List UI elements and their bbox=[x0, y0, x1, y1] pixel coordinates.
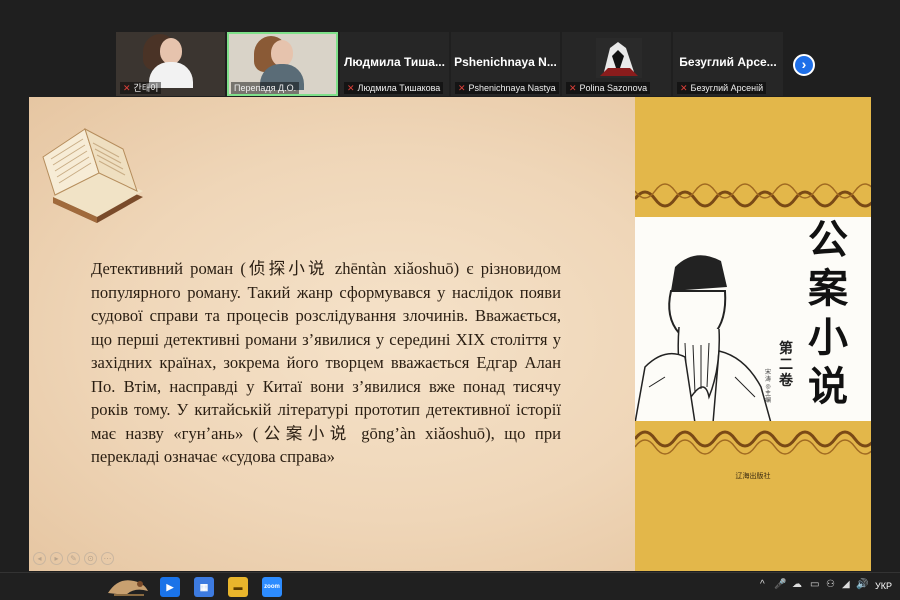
cover-ornament-top bbox=[635, 181, 871, 217]
cover-publisher: 辽海出版社 bbox=[735, 472, 771, 480]
zoom-icon[interactable]: ⊙ bbox=[84, 552, 97, 565]
cover-author: 宋 涛 ◎ 主编 bbox=[764, 369, 771, 404]
pen-icon[interactable]: ✎ bbox=[67, 552, 80, 565]
participant-tile-4[interactable]: Pshenichnaya N... ✕ Pshenichnaya Nastya bbox=[450, 32, 560, 96]
participant-label: ✕ Безуглий Арсеній bbox=[676, 82, 767, 94]
more-icon[interactable]: ⋯ bbox=[101, 552, 114, 565]
participant-name: Безуглий Арсе... bbox=[679, 55, 777, 69]
microphone-icon[interactable]: 🎤 bbox=[774, 579, 786, 590]
taskbar: ▶ ▦ ▬ zoom ^ 🎤 ☁ ▭ ⚇ ◢ 🔊 УКР bbox=[0, 572, 900, 600]
participant-name: Людмила Тиша... bbox=[344, 55, 445, 69]
wifi-icon[interactable]: ◢ bbox=[842, 579, 850, 590]
zoom-icon[interactable]: zoom bbox=[262, 577, 282, 597]
mic-off-icon: ✕ bbox=[568, 83, 577, 93]
mic-off-icon: ✕ bbox=[346, 83, 355, 93]
participant-tile-2[interactable]: Перепадя Д.О. bbox=[227, 32, 338, 96]
shared-slide: Детективний роман (侦探小说 zhēntàn xiǎoshuō… bbox=[29, 97, 871, 571]
participant-label: ✕ Людмила Тишакова bbox=[343, 82, 444, 94]
mic-off-icon: ✕ bbox=[457, 83, 466, 93]
mic-off-icon: ✕ bbox=[679, 83, 688, 93]
slide-controls: ◂ ▸ ✎ ⊙ ⋯ bbox=[33, 552, 114, 565]
avatar bbox=[595, 38, 642, 78]
participant-tile-6[interactable]: Безуглий Арсе... ✕ Безуглий Арсеній bbox=[672, 32, 783, 96]
participant-tile-5[interactable]: ✕ Polina Sazonova bbox=[561, 32, 671, 96]
volume-icon[interactable]: 🔊 bbox=[856, 579, 868, 590]
next-participants-button[interactable]: › bbox=[793, 54, 815, 76]
participant-strip: ✕ 간태이 Перепадя Д.О. Людмила Тиша... ✕ Людм… bbox=[116, 32, 783, 96]
participant-video bbox=[142, 34, 193, 88]
participant-label: ✕ Polina Sazonova bbox=[565, 82, 651, 94]
participant-label: Перепадя Д.О. bbox=[231, 82, 300, 94]
slide-content-area: Детективний роман (侦探小说 zhēntàn xiǎoshuō… bbox=[29, 97, 635, 571]
tray-chevron-icon[interactable]: ^ bbox=[760, 579, 765, 590]
participant-name: Pshenichnaya N... bbox=[454, 55, 557, 69]
cover-ornament-bottom bbox=[635, 421, 871, 457]
slide-paragraph: Детективний роман (侦探小说 zhēntàn xiǎoshuō… bbox=[91, 259, 561, 466]
language-indicator[interactable]: УКР bbox=[875, 581, 892, 591]
next-slide-icon[interactable]: ▸ bbox=[50, 552, 63, 565]
book-cover: 公案小说 第二卷 宋 涛 ◎ 主编 辽海出版社 bbox=[635, 97, 871, 571]
battery-icon[interactable]: ▭ bbox=[810, 579, 819, 590]
participant-label: ✕ Pshenichnaya Nastya bbox=[454, 82, 559, 94]
participant-label: ✕ 간태이 bbox=[120, 82, 162, 94]
meet-icon[interactable]: ▶ bbox=[160, 577, 180, 597]
mic-off-icon: ✕ bbox=[123, 83, 131, 93]
folder-icon[interactable]: ▬ bbox=[228, 577, 248, 597]
network-icon[interactable]: ⚇ bbox=[826, 579, 835, 590]
participant-tile-3[interactable]: Людмила Тиша... ✕ Людмила Тишакова bbox=[339, 32, 449, 96]
cloud-icon[interactable]: ☁ bbox=[792, 579, 802, 590]
bird-app-icon[interactable] bbox=[104, 575, 150, 599]
cover-volume: 第二卷 bbox=[779, 341, 793, 389]
cover-title: 公案小说 bbox=[808, 216, 848, 410]
prev-slide-icon[interactable]: ◂ bbox=[33, 552, 46, 565]
book-icon bbox=[42, 127, 143, 223]
portrait-illustration bbox=[635, 255, 772, 423]
store-icon[interactable]: ▦ bbox=[194, 577, 214, 597]
participant-tile-1[interactable]: ✕ 간태이 bbox=[116, 32, 225, 96]
